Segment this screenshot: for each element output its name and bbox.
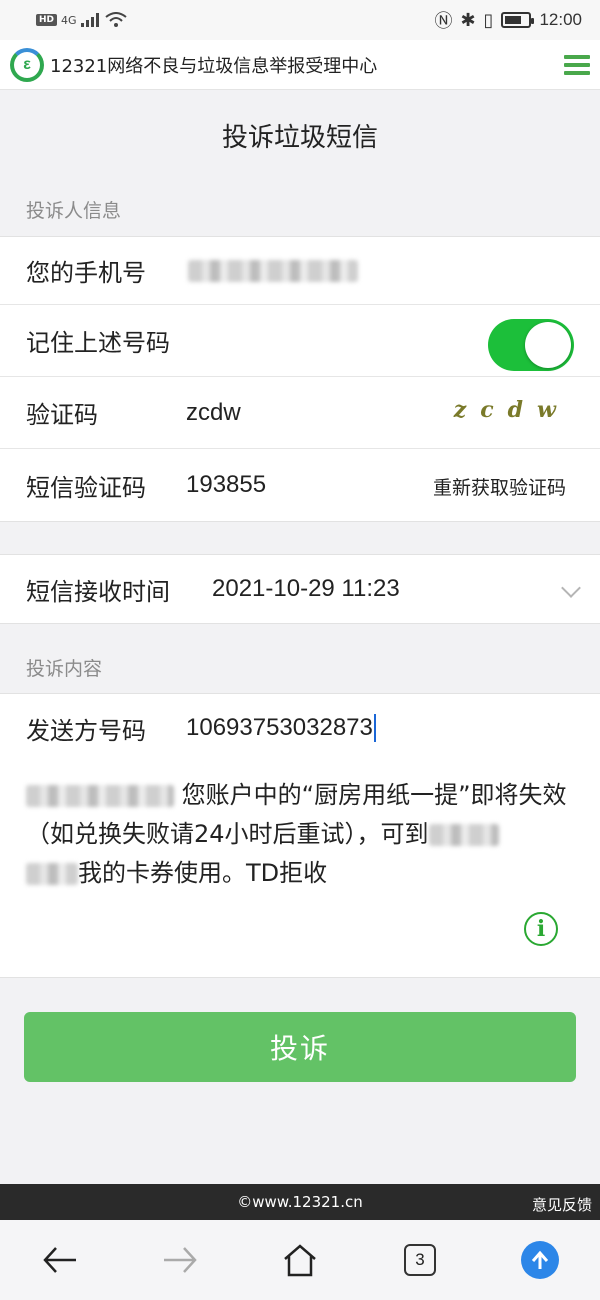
captcha-row: 验证码 zcdw zcdw [0, 377, 600, 449]
sender-row: 发送方号码 10693753032873 [0, 694, 600, 762]
captcha-image[interactable]: zcdw [454, 397, 570, 423]
receive-time-block: 短信接收时间 2021-10-29 11:23 [0, 554, 600, 624]
remember-label: 记住上述号码 [26, 329, 170, 357]
wifi-icon [104, 12, 127, 27]
home-icon [284, 1244, 316, 1277]
upload-button[interactable] [510, 1230, 570, 1290]
arrow-up-icon [521, 1241, 559, 1279]
site-logo[interactable]: ε [10, 47, 44, 82]
redacted-text [428, 824, 499, 846]
browser-nav-bar: 3 [0, 1220, 600, 1300]
captcha-label: 验证码 [26, 401, 98, 429]
sms-code-label: 短信验证码 [26, 473, 146, 502]
chevron-down-icon[interactable] [561, 578, 581, 598]
clock: 12:00 [539, 10, 582, 29]
signal-icon [80, 13, 99, 27]
phone-input[interactable] [188, 259, 358, 282]
arrow-left-icon [43, 1247, 76, 1273]
text-cursor [373, 714, 376, 743]
sms-code-input[interactable]: 193855 [186, 471, 266, 499]
status-bar: HD 4G Ⓝ ✱ ▯ 12:00 [0, 0, 600, 40]
nfc-icon: Ⓝ [434, 11, 453, 32]
section-label-complainant: 投诉人信息 [26, 200, 122, 222]
tabs-button[interactable]: 3 [390, 1230, 450, 1290]
forward-button[interactable] [150, 1230, 210, 1290]
network-label: 4G [61, 13, 77, 27]
remember-row: 记住上述号码 [0, 305, 600, 377]
sender-block: 发送方号码 10693753032873 [0, 693, 600, 763]
back-button[interactable] [30, 1230, 90, 1290]
tab-count: 3 [404, 1244, 436, 1276]
captcha-input[interactable]: zcdw [186, 399, 241, 427]
menu-icon[interactable] [564, 54, 590, 75]
receive-time-row[interactable]: 短信接收时间 2021-10-29 11:23 [0, 555, 600, 623]
redacted-text [26, 863, 78, 885]
arrow-right-icon [164, 1247, 197, 1273]
site-footer: ©www.12321.cn 意见反馈 [0, 1184, 600, 1220]
copyright-text: ©www.12321.cn [237, 1193, 363, 1211]
remember-toggle[interactable] [488, 319, 574, 371]
info-icon[interactable]: i [524, 912, 558, 946]
complainant-form: 您的手机号 记住上述号码 验证码 zcdw zcdw 短信验证码 193855 … [0, 236, 600, 522]
site-header: ε 12321网络不良与垃圾信息举报受理中心 [0, 40, 600, 90]
receive-time-label: 短信接收时间 [26, 577, 170, 606]
sender-label: 发送方号码 [26, 716, 146, 745]
message-textarea[interactable]: 您账户中的“厨房用纸一提”即将失效（如兑换失败请24小时后重试），可到 我的卡券… [0, 762, 600, 978]
section-label-content: 投诉内容 [26, 658, 103, 680]
phone-row: 您的手机号 [0, 237, 600, 305]
sender-input[interactable]: 10693753032873 [186, 714, 376, 743]
battery-icon [501, 12, 535, 28]
phone-label: 您的手机号 [26, 259, 146, 287]
home-button[interactable] [270, 1230, 330, 1290]
bluetooth-icon: ✱ [460, 9, 476, 31]
sms-code-row: 短信验证码 193855 重新获取验证码 [0, 449, 600, 521]
vibrate-icon: ▯ [483, 9, 494, 31]
message-text-2: 我的卡券使用。TD拒收 [78, 859, 328, 887]
site-title: 12321网络不良与垃圾信息举报受理中心 [50, 55, 378, 77]
hd-badge: HD [36, 14, 58, 26]
page-title: 投诉垃圾短信 [221, 122, 378, 153]
receive-time-value[interactable]: 2021-10-29 11:23 [212, 575, 400, 603]
feedback-link[interactable]: 意见反馈 [532, 1194, 592, 1215]
redacted-text [26, 785, 174, 807]
resend-code-button[interactable]: 重新获取验证码 [433, 473, 566, 500]
submit-complaint-button[interactable]: 投诉 [24, 1012, 576, 1082]
